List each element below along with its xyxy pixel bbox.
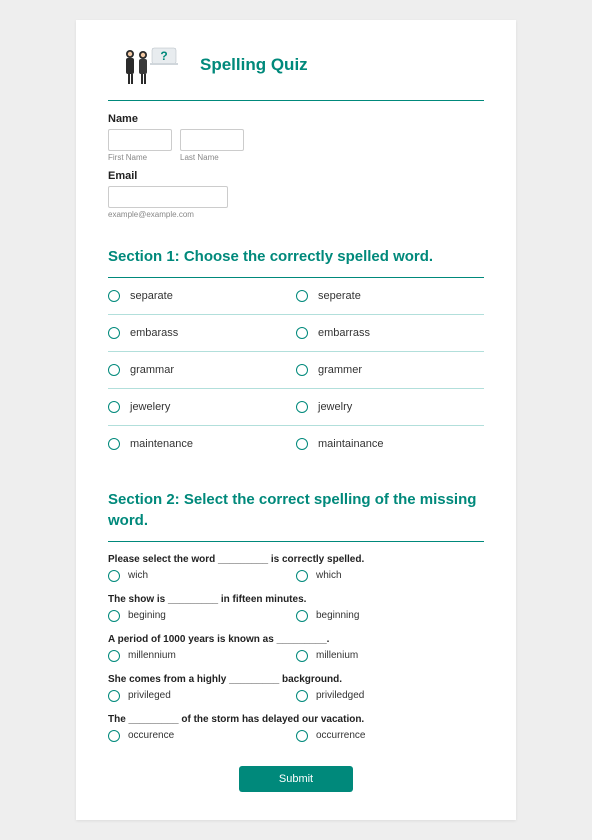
radio-icon <box>296 690 308 702</box>
s2-question: Please select the word _________ is corr… <box>108 554 484 582</box>
radio-icon <box>296 438 308 450</box>
radio-option[interactable]: grammar <box>108 364 296 376</box>
s2-question: She comes from a highly _________ backgr… <box>108 674 484 702</box>
radio-icon <box>296 570 308 582</box>
option-label: grammer <box>318 364 362 376</box>
email-input[interactable] <box>108 186 228 208</box>
section1-title: Section 1: Choose the correctly spelled … <box>108 247 484 267</box>
first-name-input[interactable] <box>108 129 172 151</box>
s1-question-row: grammar grammer <box>108 351 484 388</box>
radio-icon <box>296 327 308 339</box>
option-label: beginning <box>316 610 359 621</box>
radio-option[interactable]: wich <box>108 570 296 582</box>
option-label: which <box>316 570 342 581</box>
option-label: embarass <box>130 327 178 339</box>
radio-option[interactable]: jewelry <box>296 401 484 413</box>
option-label: wich <box>128 570 148 581</box>
option-label: grammar <box>130 364 174 376</box>
radio-icon <box>108 327 120 339</box>
radio-option[interactable]: beginning <box>296 610 484 622</box>
name-label: Name <box>108 113 484 125</box>
radio-icon <box>296 364 308 376</box>
s1-question-row: embarass embarrass <box>108 314 484 351</box>
radio-icon <box>108 570 120 582</box>
submit-row: Submit <box>108 766 484 792</box>
radio-option[interactable]: jewelery <box>108 401 296 413</box>
radio-option[interactable]: embarass <box>108 327 296 339</box>
option-label: millennium <box>128 650 176 661</box>
divider <box>108 541 484 542</box>
s2-prompt: Please select the word _________ is corr… <box>108 554 484 565</box>
radio-option[interactable]: embarrass <box>296 327 484 339</box>
radio-option[interactable]: millennium <box>108 650 296 662</box>
radio-icon <box>296 650 308 662</box>
option-label: occurence <box>128 730 174 741</box>
radio-icon <box>296 401 308 413</box>
radio-option[interactable]: maintenance <box>108 438 296 450</box>
header-illustration: ? <box>118 44 182 86</box>
radio-option[interactable]: priviledged <box>296 690 484 702</box>
last-name-input[interactable] <box>180 129 244 151</box>
radio-option[interactable]: millenium <box>296 650 484 662</box>
option-label: millenium <box>316 650 358 661</box>
divider <box>108 100 484 101</box>
s2-prompt: The _________ of the storm has delayed o… <box>108 714 484 725</box>
option-label: priviledged <box>316 690 364 701</box>
s2-prompt: The show is _________ in fifteen minutes… <box>108 594 484 605</box>
radio-icon <box>296 730 308 742</box>
radio-icon <box>296 290 308 302</box>
radio-icon <box>108 438 120 450</box>
radio-option[interactable]: maintainance <box>296 438 484 450</box>
s2-question: A period of 1000 years is known as _____… <box>108 634 484 662</box>
s2-question: The _________ of the storm has delayed o… <box>108 714 484 742</box>
email-block: Email example@example.com <box>108 170 484 219</box>
option-label: seperate <box>318 290 361 302</box>
s1-question-row: separate seperate <box>108 278 484 314</box>
radio-icon <box>108 290 120 302</box>
radio-option[interactable]: seperate <box>296 290 484 302</box>
radio-option[interactable]: occurrence <box>296 730 484 742</box>
submit-button[interactable]: Submit <box>239 766 353 792</box>
s1-question-row: jewelery jewelry <box>108 388 484 425</box>
radio-icon <box>108 650 120 662</box>
option-label: maintenance <box>130 438 193 450</box>
radio-icon <box>296 610 308 622</box>
radio-icon <box>108 690 120 702</box>
radio-option[interactable]: privileged <box>108 690 296 702</box>
last-name-sublabel: Last Name <box>180 153 244 162</box>
s1-question-row: maintenance maintainance <box>108 425 484 462</box>
s2-question: The show is _________ in fifteen minutes… <box>108 594 484 622</box>
option-label: jewelery <box>130 401 170 413</box>
radio-icon <box>108 610 120 622</box>
radio-icon <box>108 364 120 376</box>
option-label: maintainance <box>318 438 383 450</box>
radio-option[interactable]: grammer <box>296 364 484 376</box>
name-row: First Name Last Name <box>108 129 484 162</box>
s2-prompt: She comes from a highly _________ backgr… <box>108 674 484 685</box>
radio-option[interactable]: which <box>296 570 484 582</box>
svg-text:?: ? <box>160 49 167 63</box>
radio-icon <box>108 730 120 742</box>
option-label: occurrence <box>316 730 365 741</box>
radio-option[interactable]: separate <box>108 290 296 302</box>
s2-prompt: A period of 1000 years is known as _____… <box>108 634 484 645</box>
header: ? Spelling Quiz <box>108 44 484 86</box>
option-label: embarrass <box>318 327 370 339</box>
first-name-sublabel: First Name <box>108 153 172 162</box>
option-label: privileged <box>128 690 171 701</box>
option-label: jewelry <box>318 401 352 413</box>
section2-title: Section 2: Select the correct spelling o… <box>108 490 484 531</box>
form-card: ? Spelling Quiz Name First Name <box>76 20 516 820</box>
radio-option[interactable]: begining <box>108 610 296 622</box>
option-label: separate <box>130 290 173 302</box>
radio-icon <box>108 401 120 413</box>
page-title: Spelling Quiz <box>200 55 308 75</box>
email-hint: example@example.com <box>108 210 484 219</box>
radio-option[interactable]: occurence <box>108 730 296 742</box>
email-label: Email <box>108 170 484 182</box>
option-label: begining <box>128 610 166 621</box>
